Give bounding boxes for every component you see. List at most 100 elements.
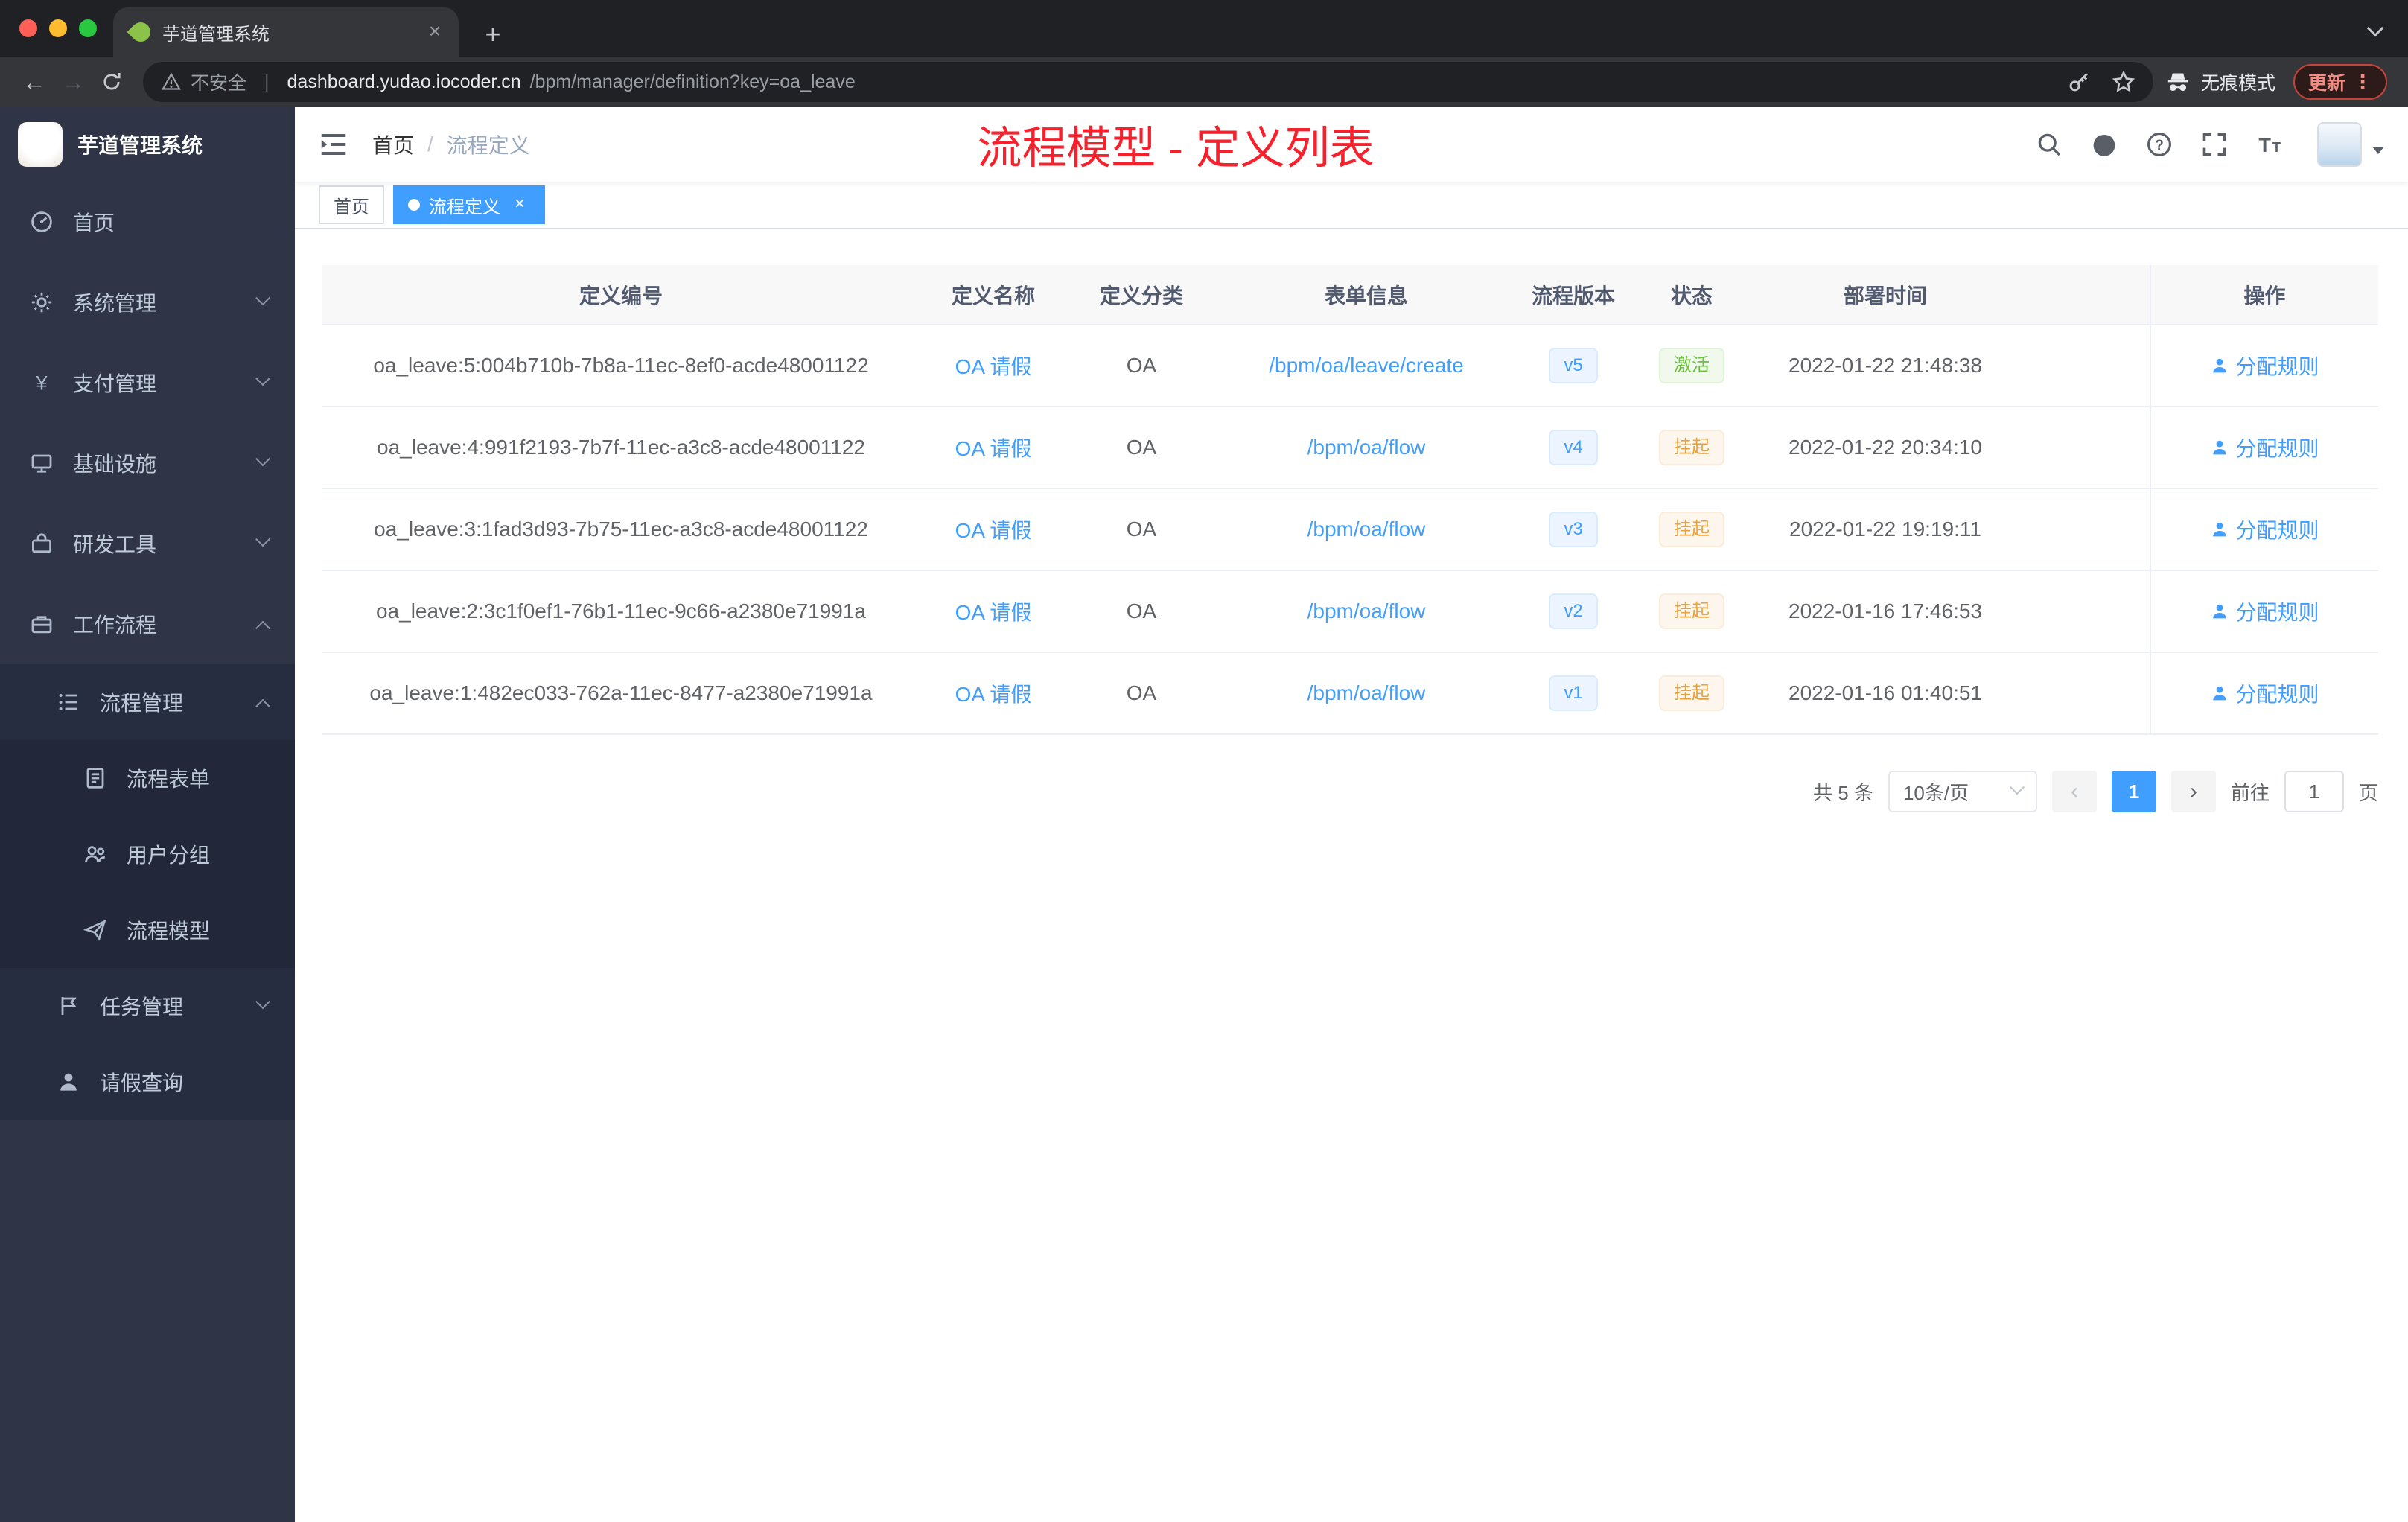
cell-definition-id: oa_leave:5:004b710b-7b8a-11ec-8ef0-acde4…: [322, 325, 920, 407]
tag-首页[interactable]: 首页: [319, 185, 384, 224]
tag-流程定义[interactable]: 流程定义 ×: [393, 185, 545, 224]
tag-label: 流程定义: [429, 197, 500, 217]
table-row: oa_leave:2:3c1f0ef1-76b1-11ec-9c66-a2380…: [322, 570, 2378, 653]
breadcrumb-home[interactable]: 首页: [372, 130, 414, 159]
sidebar: 芋道管理系统 首页 系统管理 ¥ 支付管理 基础设施 研发工具 工作流程 流程管…: [0, 107, 295, 1522]
window-controls: [19, 19, 97, 37]
prev-page-button[interactable]: ‹: [2051, 771, 2097, 812]
goto-prefix: 前往: [2230, 781, 2270, 804]
definition-name-link[interactable]: OA 请假: [955, 519, 1032, 542]
tag-close-icon[interactable]: ×: [509, 194, 530, 215]
form-info-link[interactable]: /bpm/oa/leave/create: [1269, 354, 1464, 377]
minimize-window-button[interactable]: [49, 19, 67, 37]
tab-close-icon[interactable]: ×: [423, 20, 447, 44]
column-header-actions: 操作: [2150, 265, 2378, 325]
fullscreen-icon[interactable]: [2201, 131, 2228, 158]
cell-category: OA: [1066, 570, 1217, 653]
cell-form-info: /bpm/oa/flow: [1217, 570, 1516, 653]
forward-button[interactable]: →: [54, 63, 92, 101]
assign-rule-link[interactable]: 分配规则: [2210, 683, 2319, 706]
sidebar-item-leave-query[interactable]: 请假查询: [0, 1044, 295, 1120]
sidebar-item-process-model[interactable]: 流程模型: [0, 892, 295, 968]
tags-view-bar: 首页 流程定义 ×: [295, 182, 2408, 229]
font-size-icon[interactable]: TT: [2256, 131, 2283, 158]
definition-name-link[interactable]: OA 请假: [955, 683, 1032, 706]
assign-rule-link[interactable]: 分配规则: [2210, 601, 2319, 624]
cell-status: 挂起: [1631, 488, 1753, 571]
assign-rule-link[interactable]: 分配规则: [2210, 437, 2319, 460]
sidebar-item-system-manage[interactable]: 系统管理: [0, 262, 295, 343]
avatar[interactable]: [2317, 122, 2362, 167]
svg-text:T: T: [2272, 140, 2281, 155]
sidebar-item-infrastructure[interactable]: 基础设施: [0, 423, 295, 503]
zoom-window-button[interactable]: [79, 19, 97, 37]
table-row: oa_leave:3:1fad3d93-7b75-11ec-a3c8-acde4…: [322, 488, 2378, 571]
sidebar-item-label: 流程模型: [127, 920, 211, 943]
cell-deploy-time: 2022-01-16 01:40:51: [1753, 652, 2018, 735]
hamburger-icon[interactable]: [319, 130, 348, 159]
help-icon[interactable]: ?: [2146, 131, 2173, 158]
bookmark-star-icon[interactable]: [2112, 70, 2135, 94]
page-1-button[interactable]: 1: [2111, 771, 2156, 812]
tab-search-chevron-icon[interactable]: [2366, 19, 2384, 37]
column-header-status: 状态: [1631, 265, 1753, 325]
incognito-icon: [2165, 69, 2191, 95]
sidebar-item-label: 首页: [73, 211, 115, 235]
cell-category: OA: [1066, 407, 1217, 489]
sidebar-item-workflow[interactable]: 工作流程: [0, 584, 295, 664]
user-icon: [2210, 602, 2229, 621]
sidebar-item-dev-tools[interactable]: 研发工具: [0, 503, 295, 584]
sidebar-item-user-group[interactable]: 用户分组: [0, 816, 295, 892]
github-icon[interactable]: [2091, 131, 2118, 158]
form-info-link[interactable]: /bpm/oa/flow: [1307, 518, 1426, 541]
form-info-link[interactable]: /bpm/oa/flow: [1307, 681, 1426, 704]
search-icon[interactable]: [2036, 131, 2063, 158]
infra-icon: [30, 451, 54, 475]
definition-name-link[interactable]: OA 请假: [955, 601, 1032, 624]
next-page-button[interactable]: ›: [2170, 771, 2216, 812]
column-header-name: 定义名称: [920, 265, 1066, 325]
warning-icon: [161, 71, 182, 92]
chrome-update-button[interactable]: 更新 ⋮: [2293, 64, 2387, 100]
key-icon[interactable]: [2067, 70, 2091, 94]
definition-name-link[interactable]: OA 请假: [955, 355, 1032, 378]
version-tag: v1: [1549, 675, 1598, 711]
cell-version: v1: [1516, 652, 1631, 735]
address-bar[interactable]: 不安全 | dashboard.yudao.iocoder.cn/bpm/man…: [143, 62, 2153, 102]
back-button[interactable]: ←: [15, 63, 54, 101]
sidebar-logo[interactable]: 芋道管理系统: [0, 107, 295, 182]
pagination-total: 共 5 条: [1813, 781, 1873, 804]
cell-deploy-time: 2022-01-22 20:34:10: [1753, 407, 2018, 489]
close-window-button[interactable]: [19, 19, 37, 37]
sidebar-item-process-form[interactable]: 流程表单: [0, 740, 295, 816]
sidebar-item-payment-manage[interactable]: ¥ 支付管理: [0, 343, 295, 423]
page-size-select[interactable]: 10条/页: [1888, 771, 2037, 812]
definition-name-link[interactable]: OA 请假: [955, 437, 1032, 460]
browser-menu-icon[interactable]: ⋮: [2353, 71, 2372, 94]
reload-button[interactable]: [92, 63, 131, 101]
version-tag: v4: [1549, 430, 1598, 465]
sidebar-item-process-manage[interactable]: 流程管理: [0, 664, 295, 740]
cell-actions: 分配规则: [2150, 488, 2378, 571]
assign-rule-link[interactable]: 分配规则: [2210, 519, 2319, 542]
cell-form-info: /bpm/oa/flow: [1217, 652, 1516, 735]
assign-rule-link[interactable]: 分配规则: [2210, 355, 2319, 378]
user-menu[interactable]: [2317, 122, 2384, 167]
page-size-value: 10条/页: [1902, 781, 1969, 804]
form-info-link[interactable]: /bpm/oa/flow: [1307, 599, 1426, 623]
new-tab-button[interactable]: +: [474, 12, 512, 57]
cell-form-info: /bpm/oa/leave/create: [1217, 325, 1516, 407]
cell-form-info: /bpm/oa/flow: [1217, 488, 1516, 571]
sidebar-item-home[interactable]: 首页: [0, 182, 295, 262]
app-navbar: 首页 / 流程定义 流程模型 - 定义列表 ? TT: [295, 107, 2408, 182]
goto-page-input[interactable]: [2284, 771, 2344, 812]
chevron-down-icon: [255, 532, 270, 547]
cell-actions: 分配规则: [2150, 570, 2378, 653]
browser-tab[interactable]: 芋道管理系统 ×: [113, 7, 459, 57]
sidebar-item-label: 支付管理: [73, 372, 157, 395]
cell-actions: 分配规则: [2150, 325, 2378, 407]
table-row: oa_leave:5:004b710b-7b8a-11ec-8ef0-acde4…: [322, 325, 2378, 407]
form-info-link[interactable]: /bpm/oa/flow: [1307, 436, 1426, 459]
task-icon: [57, 994, 80, 1018]
sidebar-item-task-manage[interactable]: 任务管理: [0, 968, 295, 1044]
